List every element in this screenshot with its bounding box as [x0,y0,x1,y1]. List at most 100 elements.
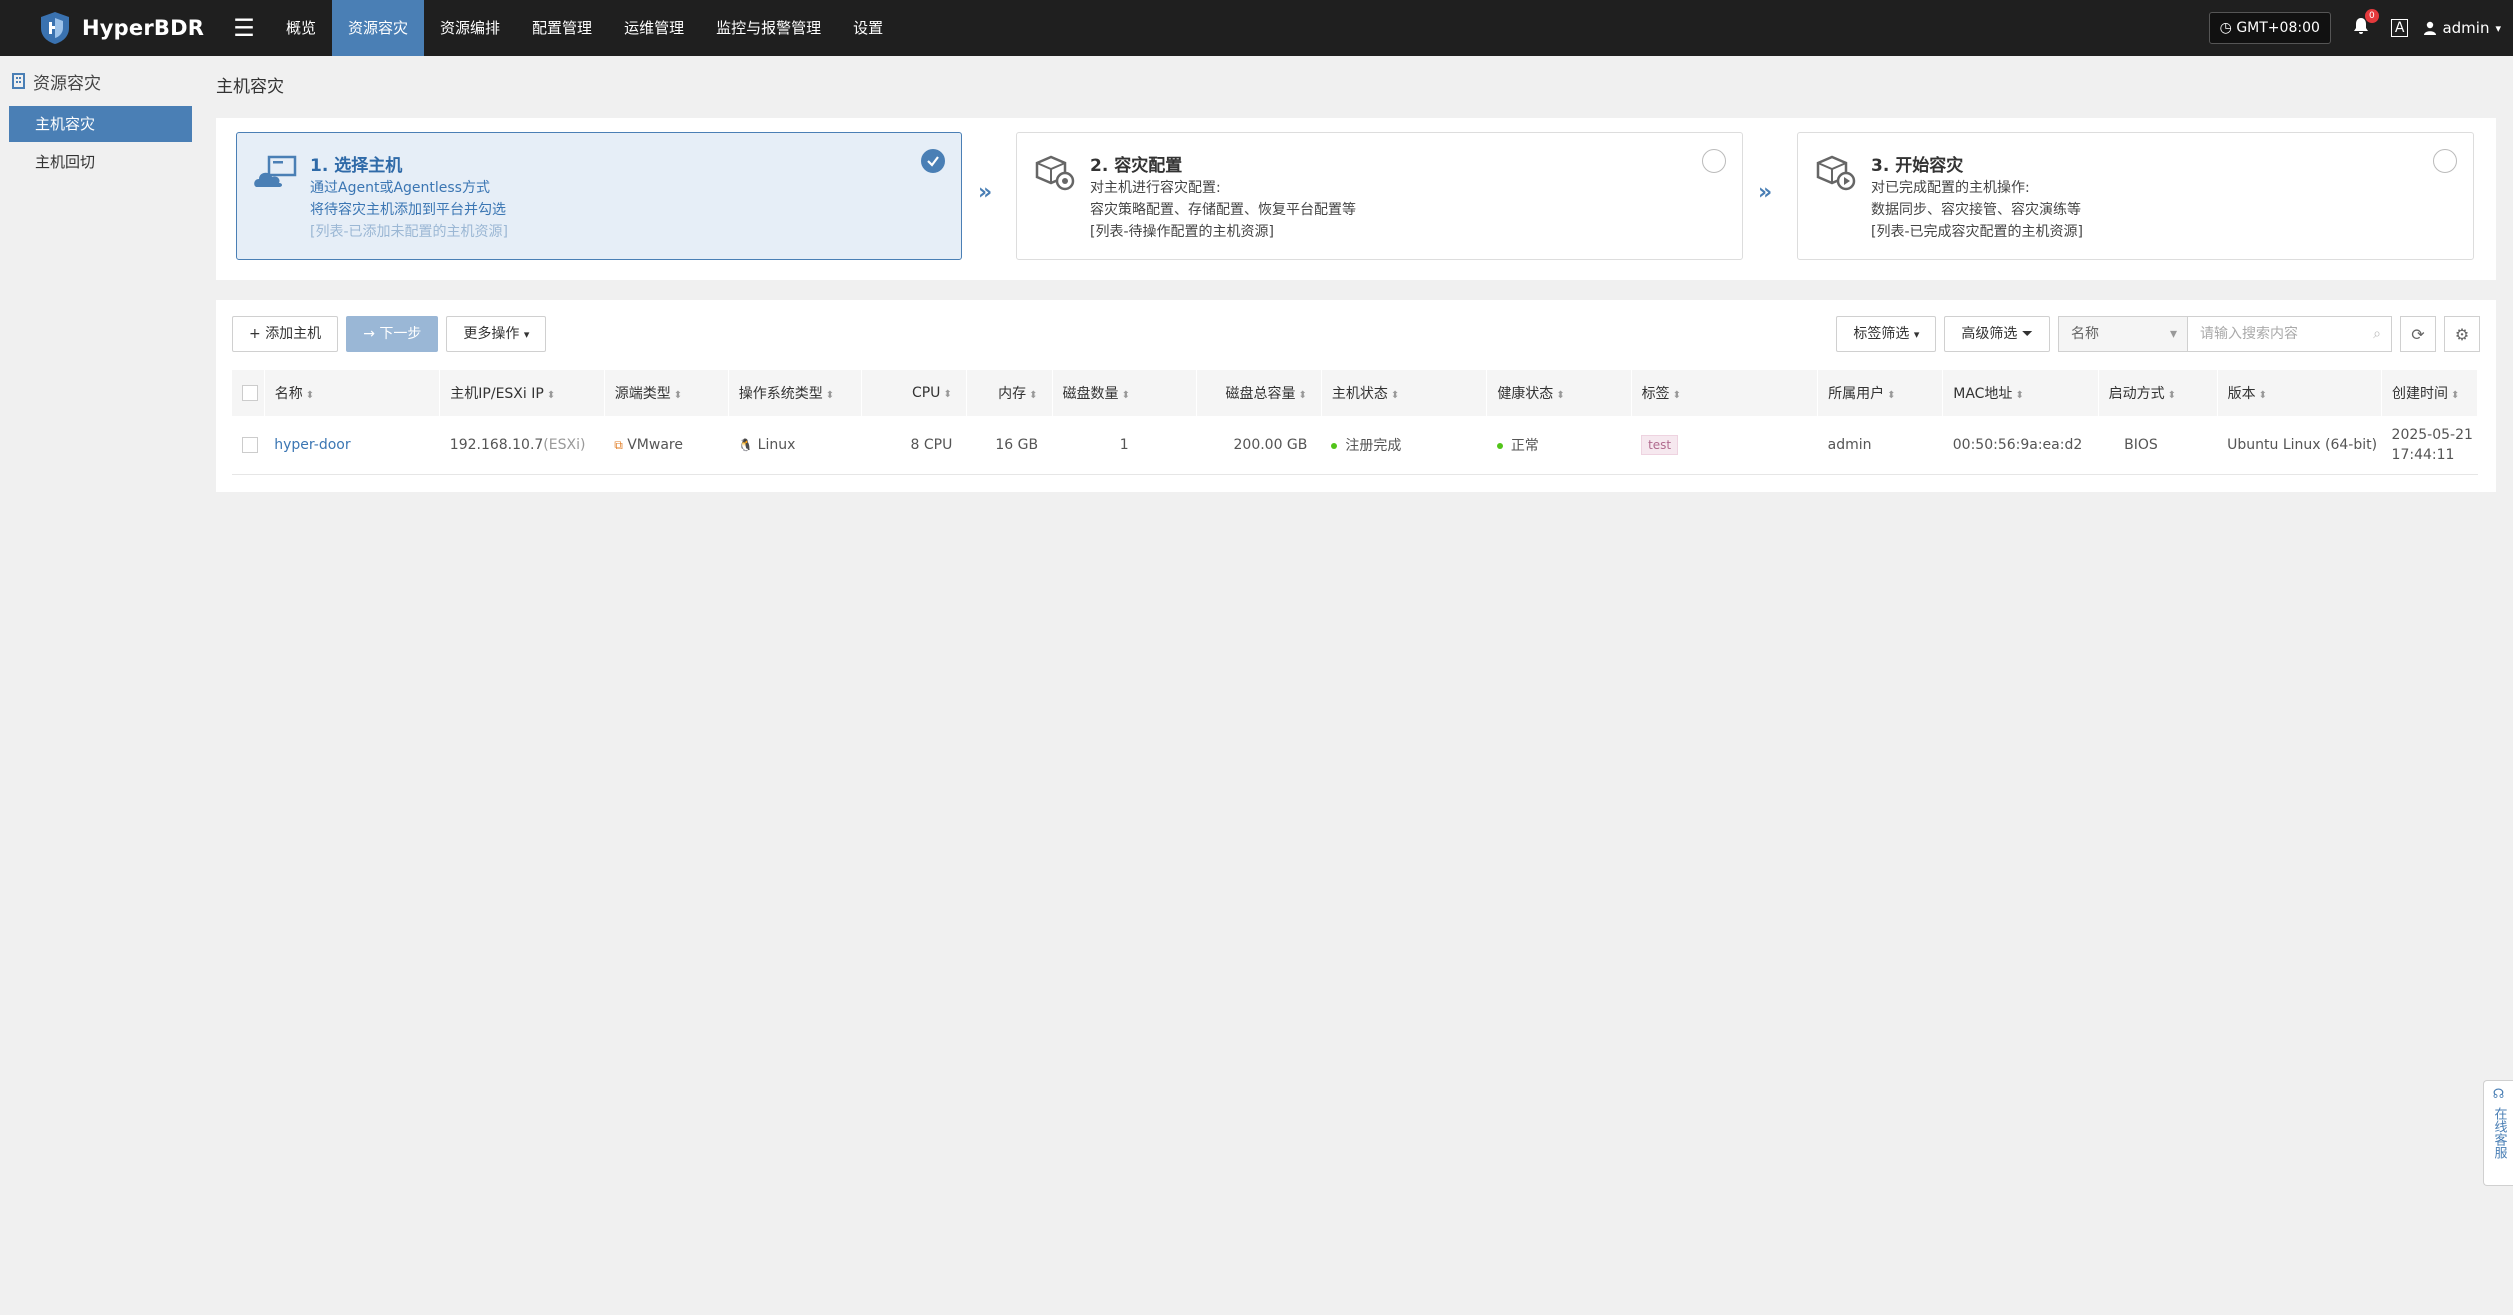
created-time-cell: 2025-05-21 17:44:11 [2381,416,2478,475]
step-select-host[interactable]: 1. 选择主机 通过Agent或Agentless方式 将待容灾主机添加到平台并… [236,132,962,260]
col-header-disk-count[interactable]: 磁盘数量 ⬍ [1052,370,1197,416]
step-radio-icon [1702,149,1726,173]
sidebar-item-host-dr[interactable]: 主机容灾 [9,106,192,142]
nav-item-config[interactable]: 配置管理 [516,0,608,56]
box-play-icon [1816,155,1856,191]
advanced-filter-button[interactable]: 高级筛选 ⏷ [1944,316,2050,352]
shield-logo-icon [41,12,69,44]
step-desc: [列表-已添加未配置的主机资源] [310,224,508,240]
sort-icon: ⬍ [2451,390,2460,401]
col-header-version[interactable]: 版本 ⬍ [2217,370,2383,416]
nav-item-ops[interactable]: 运维管理 [608,0,700,56]
timezone-label: GMT+08:00 [2236,20,2320,36]
language-switch-icon[interactable]: A [2390,19,2409,37]
sort-icon: ⬍ [1672,390,1681,401]
step-radio-icon [2433,149,2457,173]
cloud-host-icon [254,155,297,187]
sort-icon: ⬍ [673,390,683,401]
status-dot-icon [1331,442,1338,449]
next-step-button[interactable]: → 下一步 [346,316,439,352]
step-desc: 对主机进行容灾配置: [1090,180,1221,196]
vmware-icon: ⧉ [614,437,623,452]
step-title: 1. 选择主机 [310,156,403,176]
col-header-source-type[interactable]: 源端类型 ⬍ [604,370,729,416]
user-menu[interactable]: admin ▾ [2424,19,2501,37]
step-dr-config[interactable]: 2. 容灾配置 对主机进行容灾配置: 容灾策略配置、存储配置、恢复平台配置等 [… [1016,132,1743,260]
col-header-owner[interactable]: 所属用户 ⬍ [1817,370,1944,416]
sidebar-item-host-failback[interactable]: 主机回切 [9,144,192,180]
tag-badge: test [1641,434,1679,455]
sort-icon: ⬍ [943,389,952,400]
clock-icon: ◷ [2219,20,2232,36]
search-field-select[interactable]: 名称 ▾ [2058,316,2188,352]
timezone-button[interactable]: ◷ GMT+08:00 [2208,12,2331,44]
sort-icon: ⬍ [825,390,835,401]
tag-filter-button[interactable]: 标签筛选 ▾ [1836,316,1937,352]
sort-icon: ⬍ [1298,390,1307,401]
col-header-host-status[interactable]: 主机状态 ⬍ [1321,370,1488,416]
double-chevron-right-icon: » [1758,180,1773,205]
sort-icon: ⬍ [1556,390,1565,401]
table-header-row: 名称 ⬍ 主机IP/ESXi IP ⬍ 源端类型 ⬍ 操作系统类型 ⬍ CPU ⬍ 内存 ⬍… [232,370,2478,416]
col-header-cpu[interactable]: CPU ⬍ [861,370,967,416]
building-icon [12,73,25,89]
filter-icon: ⏷ [2021,326,2033,342]
host-name-link[interactable]: hyper-door [274,437,350,453]
user-name: admin [2442,19,2490,37]
col-header-os-type[interactable]: 操作系统类型 ⬍ [728,370,862,416]
double-chevron-right-icon: » [978,180,993,205]
user-icon [2424,21,2437,35]
nav-item-orchestration[interactable]: 资源编排 [424,0,516,56]
cpu-cell: 8 CPU [861,416,967,475]
refresh-icon: ⟳ [2411,324,2425,344]
col-header-disk-total[interactable]: 磁盘总容量 ⬍ [1196,370,1322,416]
online-service-label: 在线客服 [2491,1107,2507,1159]
source-type-cell: ⧉ VMware [604,416,729,475]
disk-count-cell: 1 [1052,416,1197,475]
table-row[interactable]: hyper-door 192.168.10.7(ESXi) ⧉ VMware 🐧… [232,416,2478,475]
chevron-down-icon: ▾ [523,328,530,341]
headset-icon: ☊ [2492,1087,2505,1102]
step-start-dr[interactable]: 3. 开始容灾 对已完成配置的主机操作: 数据同步、容灾接管、容灾演练等 [列表… [1797,132,2474,260]
menu-toggle-icon[interactable]: ☰ [218,14,270,42]
row-checkbox[interactable] [232,416,265,475]
notification-button[interactable]: 0 [2353,8,2379,40]
step-check-icon [921,149,945,173]
step-title: 2. 容灾配置 [1090,156,1183,176]
sort-icon: ⬍ [2167,390,2176,401]
refresh-button[interactable]: ⟳ [2400,316,2436,352]
col-header-health-status[interactable]: 健康状态 ⬍ [1486,370,1632,416]
nav-item-settings[interactable]: 设置 [837,0,899,56]
os-type-cell: 🐧 Linux [728,416,862,475]
sort-icon: ⬍ [305,390,315,401]
app-logo[interactable]: HyperBDR [38,10,218,46]
col-header-mac[interactable]: MAC地址 ⬍ [1942,370,2099,416]
settings-button[interactable]: ⚙ [2444,316,2480,352]
nav-item-resource-dr[interactable]: 资源容灾 [332,0,425,56]
mac-cell: 00:50:56:9a:ea:d2 [1942,416,2099,475]
search-input[interactable]: 请输入搜索内容 ⌕ [2187,316,2392,352]
table-toolbar: + 添加主机 → 下一步 更多操作 ▾ [232,316,547,352]
nav-item-monitoring[interactable]: 监控与报警管理 [700,0,837,56]
col-header-memory[interactable]: 内存 ⬍ [966,370,1053,416]
box-gear-icon [1035,155,1075,191]
col-header-created-time[interactable]: 创建时间 ⬍ [2381,370,2478,416]
col-header-ip[interactable]: 主机IP/ESXi IP ⬍ [439,370,605,416]
step-desc: 容灾策略配置、存储配置、恢复平台配置等 [1090,202,1356,218]
nav-item-overview[interactable]: 概览 [270,0,332,56]
more-actions-button[interactable]: 更多操作 ▾ [446,316,547,352]
sort-icon: ⬍ [2015,390,2024,401]
tag-filter-label: 标签筛选 [1853,326,1910,342]
sidebar-title-label: 资源容灾 [33,73,101,94]
chevron-down-icon: ▾ [1913,328,1920,341]
select-all-checkbox[interactable] [232,370,265,416]
add-host-button[interactable]: + 添加主机 [232,316,339,352]
search-field-value: 名称 [2071,326,2099,342]
host-ip-cell: 192.168.10.7(ESXi) [439,416,605,475]
memory-cell: 16 GB [966,416,1053,475]
online-service-button[interactable]: ☊ 在线客服 [2483,1080,2513,1186]
col-header-boot-mode[interactable]: 启动方式 ⬍ [2098,370,2218,416]
col-header-name[interactable]: 名称 ⬍ [264,370,441,416]
tags-cell: test [1631,416,1818,475]
col-header-tags[interactable]: 标签 ⬍ [1631,370,1819,416]
